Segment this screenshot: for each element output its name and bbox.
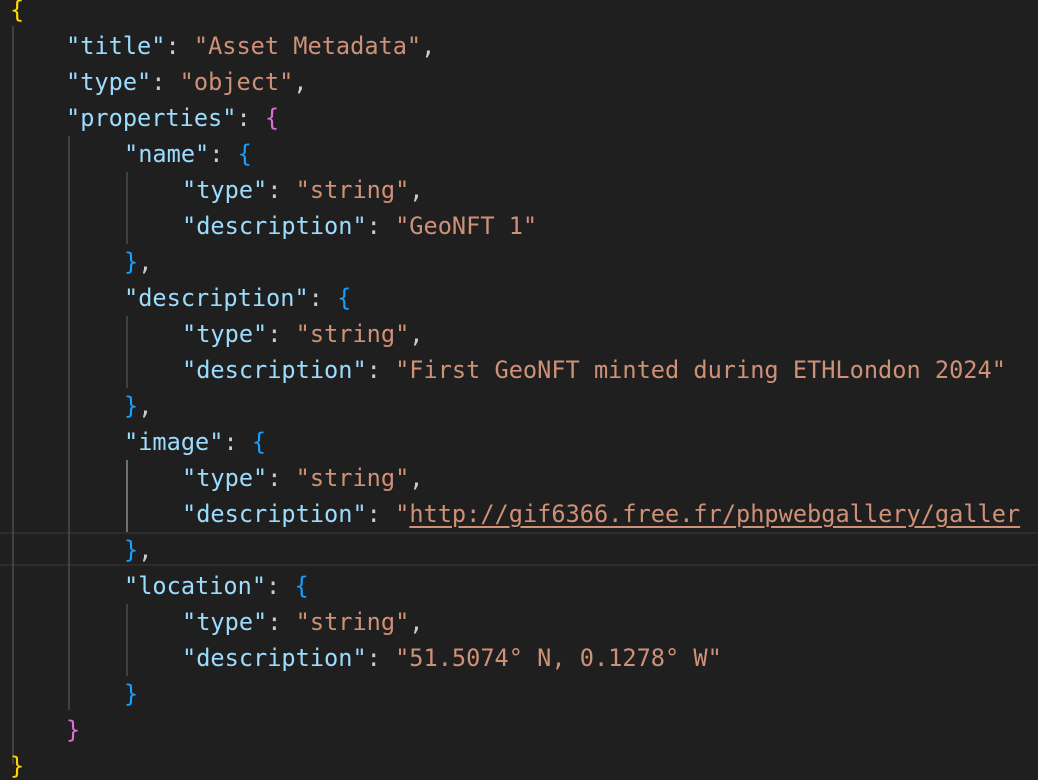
json-key: "name" xyxy=(124,140,210,168)
json-bracket: { xyxy=(337,284,352,312)
json-punctuation: : xyxy=(366,644,396,672)
json-punctuation: , xyxy=(293,68,308,96)
json-key: "type" xyxy=(182,608,268,636)
json-punctuation: : xyxy=(267,608,296,636)
json-punctuation: : xyxy=(223,428,252,456)
code-line[interactable]: } xyxy=(66,712,80,748)
json-string: "string" xyxy=(295,176,410,204)
json-punctuation: : xyxy=(308,284,338,312)
json-string: "string" xyxy=(295,608,410,636)
json-key: "description" xyxy=(182,212,367,240)
json-bracket: } xyxy=(66,716,81,744)
json-punctuation: : xyxy=(267,464,296,492)
json-punctuation: , xyxy=(138,536,153,564)
json-punctuation: , xyxy=(409,464,424,492)
code-line[interactable]: "type": "object", xyxy=(66,64,308,100)
indent-guide-name xyxy=(126,172,128,244)
code-line[interactable]: }, xyxy=(124,244,152,280)
code-line[interactable]: } xyxy=(10,748,24,780)
json-punctuation: : xyxy=(366,500,396,528)
json-punctuation: : xyxy=(236,104,265,132)
json-key: "type" xyxy=(182,176,268,204)
json-key: "location" xyxy=(124,572,267,600)
code-line[interactable]: { xyxy=(10,0,24,28)
json-bracket: } xyxy=(124,680,139,708)
json-punctuation: : xyxy=(366,356,396,384)
json-string: "GeoNFT 1" xyxy=(395,212,538,240)
json-bracket: } xyxy=(124,536,139,564)
indent-guide-description xyxy=(126,316,128,388)
json-punctuation: , xyxy=(421,32,436,60)
indent-guide-properties xyxy=(68,136,70,710)
code-line[interactable]: "title": "Asset Metadata", xyxy=(66,28,435,64)
json-punctuation: , xyxy=(138,392,153,420)
code-line[interactable]: "description": "GeoNFT 1" xyxy=(182,208,537,244)
json-bracket: { xyxy=(264,104,280,132)
code-line[interactable]: }, xyxy=(124,532,152,568)
indent-guide-root xyxy=(12,26,14,764)
json-punctuation: , xyxy=(409,608,424,636)
code-line[interactable]: "image": { xyxy=(124,424,266,460)
json-punctuation: : xyxy=(267,320,296,348)
code-line[interactable]: "type": "string", xyxy=(182,172,424,208)
json-punctuation: , xyxy=(138,248,153,276)
json-punctuation: : xyxy=(267,176,296,204)
code-line[interactable]: "type": "string", xyxy=(182,604,424,640)
code-line[interactable]: "description": "51.5074° N, 0.1278° W" xyxy=(182,640,722,676)
json-punctuation: : xyxy=(165,32,194,60)
json-bracket: { xyxy=(251,428,267,456)
code-line[interactable]: "type": "string", xyxy=(182,460,424,496)
json-key: "title" xyxy=(66,32,166,60)
json-bracket: } xyxy=(124,392,139,420)
json-string: "Asset Metadata" xyxy=(193,32,422,60)
json-string: "First GeoNFT minted during ETHLondon 20… xyxy=(395,356,1006,384)
indent-guide-location xyxy=(126,604,128,676)
json-key: "description" xyxy=(182,644,367,672)
json-key: "description" xyxy=(182,500,367,528)
json-string: "string" xyxy=(295,464,410,492)
json-string: "object" xyxy=(179,68,294,96)
code-editor[interactable]: {"title": "Asset Metadata", "type": "obje… xyxy=(0,0,1038,780)
code-line[interactable]: "description": "First GeoNFT minted duri… xyxy=(182,352,1006,388)
code-line[interactable]: "location": { xyxy=(124,568,309,604)
json-key: "type" xyxy=(66,68,152,96)
json-string: "51.5074° N, 0.1278° W" xyxy=(395,644,722,672)
json-key: "description" xyxy=(124,284,309,312)
code-line[interactable]: "type": "string", xyxy=(182,316,424,352)
json-string: " xyxy=(395,500,410,528)
json-key: "description" xyxy=(182,356,367,384)
json-punctuation: : xyxy=(151,68,180,96)
code-line[interactable]: "description": { xyxy=(124,280,351,316)
code-line[interactable]: } xyxy=(124,676,138,712)
json-key: "image" xyxy=(124,428,224,456)
json-key: "type" xyxy=(182,464,268,492)
json-bracket: { xyxy=(10,0,25,24)
json-punctuation: : xyxy=(209,140,238,168)
json-bracket: { xyxy=(237,140,252,168)
json-punctuation: , xyxy=(409,320,424,348)
current-line-highlight xyxy=(0,532,1038,566)
code-line[interactable]: }, xyxy=(124,388,152,424)
json-string: "string" xyxy=(295,320,410,348)
json-punctuation: , xyxy=(409,176,424,204)
json-bracket: } xyxy=(124,248,139,276)
code-line[interactable]: "properties": { xyxy=(66,100,279,136)
json-key: "type" xyxy=(182,320,268,348)
code-line[interactable]: "name": { xyxy=(124,136,252,172)
code-line[interactable]: "description": "http://gif6366.free.fr/p… xyxy=(182,496,1020,532)
json-key: "properties" xyxy=(66,104,237,132)
json-punctuation: : xyxy=(266,572,295,600)
json-string[interactable]: http://gif6366.free.fr/phpwebgallery/gal… xyxy=(409,500,1020,528)
json-bracket: { xyxy=(294,572,309,600)
indent-guide-image xyxy=(126,460,128,532)
json-bracket: } xyxy=(10,752,25,780)
json-punctuation: : xyxy=(366,212,396,240)
